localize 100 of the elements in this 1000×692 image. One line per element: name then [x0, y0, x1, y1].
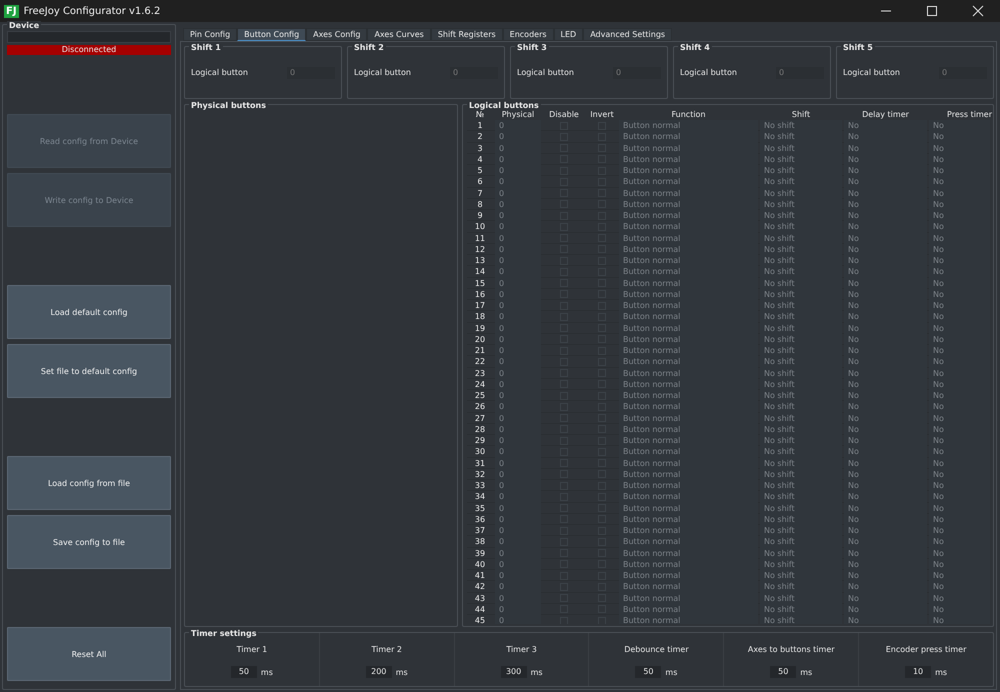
- shift-dropdown[interactable]: No shift: [760, 278, 842, 289]
- delay-timer-dropdown[interactable]: No: [844, 356, 927, 368]
- delay-timer-dropdown[interactable]: No: [844, 558, 927, 570]
- press-timer-dropdown[interactable]: No: [929, 288, 990, 300]
- physical-spin-box[interactable]: 0: [495, 378, 541, 390]
- physical-spin-box[interactable]: 0: [495, 244, 541, 255]
- delay-timer-dropdown[interactable]: No: [844, 435, 927, 446]
- shift-dropdown[interactable]: No shift: [760, 176, 842, 188]
- press-timer-dropdown[interactable]: No: [929, 558, 990, 570]
- function-dropdown[interactable]: Button normal: [619, 232, 758, 244]
- tab[interactable]: Encoders: [502, 28, 554, 41]
- shift-dropdown[interactable]: No shift: [760, 446, 842, 458]
- function-dropdown[interactable]: Button normal: [619, 334, 758, 345]
- shift-dropdown[interactable]: No shift: [760, 558, 842, 570]
- shift-dropdown[interactable]: No shift: [760, 198, 842, 210]
- shift-dropdown[interactable]: No shift: [760, 322, 842, 334]
- spin-box[interactable]: 10: [905, 666, 932, 678]
- physical-spin-box[interactable]: 0: [495, 334, 541, 345]
- function-dropdown[interactable]: Button normal: [619, 188, 758, 199]
- delay-timer-dropdown[interactable]: No: [844, 300, 927, 312]
- press-timer-dropdown[interactable]: No: [929, 446, 990, 458]
- press-timer-dropdown[interactable]: No: [929, 368, 990, 379]
- delay-timer-dropdown[interactable]: No: [844, 232, 927, 244]
- press-timer-dropdown[interactable]: No: [929, 165, 990, 176]
- function-dropdown[interactable]: Button normal: [619, 288, 758, 300]
- physical-spin-box[interactable]: 0: [495, 368, 541, 379]
- physical-spin-box[interactable]: 0: [495, 570, 541, 582]
- press-timer-dropdown[interactable]: No: [929, 401, 990, 412]
- physical-spin-box[interactable]: 0: [495, 502, 541, 514]
- physical-spin-box[interactable]: 0: [495, 424, 541, 435]
- shift-dropdown[interactable]: No shift: [760, 120, 842, 132]
- shift-dropdown[interactable]: No shift: [760, 491, 842, 502]
- function-dropdown[interactable]: Button normal: [619, 570, 758, 582]
- press-timer-dropdown[interactable]: No: [929, 502, 990, 514]
- function-dropdown[interactable]: Button normal: [619, 154, 758, 165]
- function-dropdown[interactable]: Button normal: [619, 278, 758, 289]
- physical-spin-box[interactable]: 0: [495, 592, 541, 604]
- physical-spin-box[interactable]: 0: [495, 154, 541, 165]
- function-dropdown[interactable]: Button normal: [619, 536, 758, 548]
- maximize-icon[interactable]: [926, 5, 938, 17]
- press-timer-dropdown[interactable]: No: [929, 458, 990, 469]
- shift-dropdown[interactable]: No shift: [760, 345, 842, 356]
- physical-spin-box[interactable]: 0: [495, 525, 541, 536]
- physical-spin-box[interactable]: 0: [495, 278, 541, 289]
- function-dropdown[interactable]: Button normal: [619, 514, 758, 525]
- press-timer-dropdown[interactable]: No: [929, 300, 990, 312]
- press-timer-dropdown[interactable]: No: [929, 232, 990, 244]
- delay-timer-dropdown[interactable]: No: [844, 210, 927, 222]
- delay-timer-dropdown[interactable]: No: [844, 401, 927, 412]
- function-dropdown[interactable]: Button normal: [619, 322, 758, 334]
- shift-dropdown[interactable]: No shift: [760, 604, 842, 615]
- function-dropdown[interactable]: Button normal: [619, 244, 758, 255]
- shift-dropdown[interactable]: No shift: [760, 615, 842, 624]
- action-button[interactable]: Reset All: [7, 627, 171, 681]
- function-dropdown[interactable]: Button normal: [619, 592, 758, 604]
- physical-spin-box[interactable]: 0: [495, 300, 541, 312]
- delay-timer-dropdown[interactable]: No: [844, 491, 927, 502]
- physical-spin-box[interactable]: 0: [495, 435, 541, 446]
- physical-spin-box[interactable]: 0: [495, 131, 541, 142]
- spin-box[interactable]: 0: [939, 66, 987, 78]
- shift-dropdown[interactable]: No shift: [760, 142, 842, 154]
- shift-dropdown[interactable]: No shift: [760, 210, 842, 222]
- delay-timer-dropdown[interactable]: No: [844, 604, 927, 615]
- delay-timer-dropdown[interactable]: No: [844, 198, 927, 210]
- press-timer-dropdown[interactable]: No: [929, 468, 990, 480]
- function-dropdown[interactable]: Button normal: [619, 615, 758, 624]
- delay-timer-dropdown[interactable]: No: [844, 592, 927, 604]
- press-timer-dropdown[interactable]: No: [929, 412, 990, 424]
- shift-dropdown[interactable]: No shift: [760, 468, 842, 480]
- shift-dropdown[interactable]: No shift: [760, 255, 842, 266]
- delay-timer-dropdown[interactable]: No: [844, 536, 927, 548]
- function-dropdown[interactable]: Button normal: [619, 468, 758, 480]
- shift-dropdown[interactable]: No shift: [760, 188, 842, 199]
- delay-timer-dropdown[interactable]: No: [844, 334, 927, 345]
- shift-dropdown[interactable]: No shift: [760, 334, 842, 345]
- physical-spin-box[interactable]: 0: [495, 288, 541, 300]
- function-dropdown[interactable]: Button normal: [619, 446, 758, 458]
- spin-box[interactable]: 0: [613, 66, 661, 78]
- shift-dropdown[interactable]: No shift: [760, 401, 842, 412]
- delay-timer-dropdown[interactable]: No: [844, 368, 927, 379]
- spin-box[interactable]: 0: [450, 66, 498, 78]
- press-timer-dropdown[interactable]: No: [929, 345, 990, 356]
- spin-box[interactable]: 50: [635, 666, 662, 678]
- tab[interactable]: Axes Curves: [367, 28, 431, 41]
- delay-timer-dropdown[interactable]: No: [844, 288, 927, 300]
- delay-timer-dropdown[interactable]: No: [844, 581, 927, 592]
- shift-dropdown[interactable]: No shift: [760, 514, 842, 525]
- physical-spin-box[interactable]: 0: [495, 548, 541, 559]
- physical-spin-box[interactable]: 0: [495, 176, 541, 188]
- function-dropdown[interactable]: Button normal: [619, 390, 758, 402]
- physical-spin-box[interactable]: 0: [495, 221, 541, 232]
- tab[interactable]: Pin Config: [183, 28, 238, 41]
- physical-spin-box[interactable]: 0: [495, 468, 541, 480]
- action-button[interactable]: Save config to file: [7, 515, 171, 569]
- function-dropdown[interactable]: Button normal: [619, 548, 758, 559]
- delay-timer-dropdown[interactable]: No: [844, 142, 927, 154]
- press-timer-dropdown[interactable]: No: [929, 210, 990, 222]
- press-timer-dropdown[interactable]: No: [929, 188, 990, 199]
- shift-dropdown[interactable]: No shift: [760, 458, 842, 469]
- press-timer-dropdown[interactable]: No: [929, 334, 990, 345]
